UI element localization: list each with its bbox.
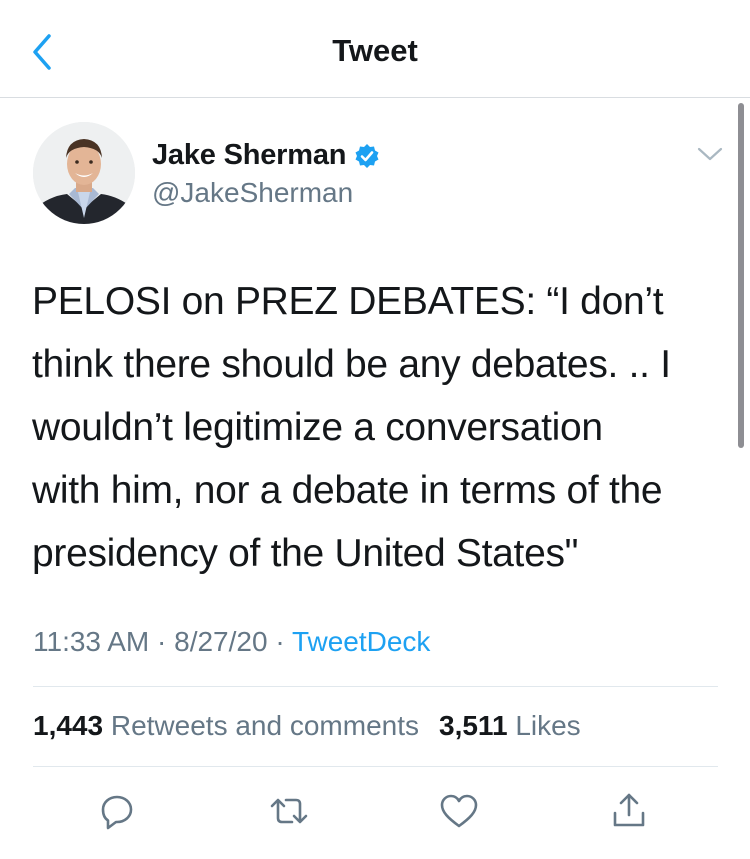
retweet-icon bbox=[270, 798, 308, 824]
likes-label: Likes bbox=[515, 710, 581, 741]
retweets-count: 1,443 bbox=[33, 710, 104, 741]
tweet-text-line: wouldn’t legitimize a conversation bbox=[32, 406, 603, 449]
page-title: Tweet bbox=[332, 33, 418, 68]
retweet-button[interactable] bbox=[264, 786, 314, 836]
verified-badge-icon bbox=[354, 143, 380, 169]
tweet-source-link[interactable]: TweetDeck bbox=[292, 626, 431, 657]
like-icon bbox=[440, 794, 478, 828]
tweet-stats: 1,443 Retweets and comments 3,511 Likes bbox=[33, 710, 581, 742]
author-name[interactable]: Jake Sherman bbox=[152, 139, 346, 172]
meta-separator: · bbox=[275, 626, 285, 657]
share-button[interactable] bbox=[604, 786, 654, 836]
likes-stat[interactable]: 3,511 Likes bbox=[439, 710, 581, 741]
author-name-row[interactable]: Jake Sherman bbox=[152, 139, 380, 172]
likes-count: 3,511 bbox=[439, 710, 508, 741]
reply-icon bbox=[101, 795, 133, 830]
tweet-text-line: think there should be any debates. .. I bbox=[32, 343, 671, 386]
tweet-time: 11:33 AM bbox=[33, 626, 150, 657]
retweets-label: Retweets and comments bbox=[110, 710, 419, 741]
tweet-date: 8/27/20 bbox=[174, 626, 268, 657]
avatar[interactable] bbox=[33, 122, 135, 224]
header-bar: Tweet bbox=[0, 0, 750, 98]
tweet-screen: Tweet Jake Sherman @JakeSherman PELOSI o… bbox=[0, 0, 750, 859]
meta-separator: · bbox=[157, 626, 167, 657]
scrollbar[interactable] bbox=[738, 103, 744, 448]
share-icon bbox=[613, 793, 645, 827]
chevron-down-icon bbox=[697, 147, 723, 161]
like-button[interactable] bbox=[434, 786, 484, 836]
author-handle[interactable]: @JakeSherman bbox=[152, 177, 353, 209]
action-bar bbox=[0, 780, 750, 840]
reply-button[interactable] bbox=[92, 786, 142, 836]
tweet-text-line: PELOSI on PREZ DEBATES: “I don’t bbox=[32, 280, 664, 323]
more-options-button[interactable] bbox=[694, 142, 726, 166]
tweet-meta: 11:33 AM · 8/27/20 · TweetDeck bbox=[33, 626, 430, 658]
retweets-stat[interactable]: 1,443 Retweets and comments bbox=[33, 710, 419, 741]
divider bbox=[33, 766, 718, 767]
divider bbox=[33, 686, 718, 687]
tweet-text-line: with him, nor a debate in terms of the bbox=[32, 469, 663, 512]
tweet-text: PELOSI on PREZ DEBATES: “I don’t think t… bbox=[32, 270, 732, 585]
tweet-text-line: presidency of the United States" bbox=[32, 532, 579, 575]
